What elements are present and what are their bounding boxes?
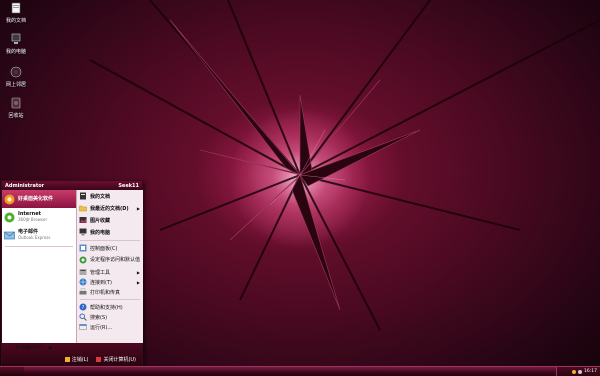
- desktop[interactable]: 我的文档 我的电脑 网上邻居 回收站 Administrator Seek11: [0, 0, 600, 366]
- menu-item-label: 图片收藏: [90, 217, 111, 224]
- logoff-button[interactable]: 注销(L): [64, 356, 89, 363]
- run-icon: [79, 324, 87, 330]
- places-panel: 我的文档 我最近的文档(D) ▶ 图片收藏 我的电脑 控制面板(C) 设定程序访…: [76, 190, 143, 343]
- connect-to-icon: [79, 278, 87, 286]
- network-icon: [10, 66, 22, 78]
- pinned-item-sub: 360安 Browser: [18, 217, 48, 222]
- pictures-icon: [79, 217, 87, 223]
- menu-item-my-computer[interactable]: 我的电脑: [77, 226, 143, 238]
- desktop-icon-label: 回收站: [8, 113, 24, 119]
- desktop-icon-recycle-bin[interactable]: 回收站: [2, 97, 30, 119]
- arrow-right-icon: ▶: [48, 344, 53, 351]
- logoff-icon: [64, 357, 70, 362]
- menu-item-label: 我的电脑: [90, 229, 111, 236]
- desktop-icon-network[interactable]: 网上邻居: [2, 66, 30, 88]
- start-menu: Administrator Seek11 好桌面美化软件 Internet 36…: [1, 180, 143, 366]
- my-computer-icon: [79, 228, 87, 236]
- clock[interactable]: 16:17: [584, 369, 597, 374]
- menu-item-label: 我最近的文档(D): [90, 205, 129, 212]
- shutdown-label: 关闭计算机(U): [103, 357, 136, 363]
- my-documents-icon: [80, 192, 86, 200]
- pinned-item-sub: Outlook Express: [18, 235, 51, 240]
- admin-tools-icon: [79, 269, 87, 275]
- volume-icon[interactable]: [578, 369, 583, 374]
- svg-text:?: ?: [82, 305, 85, 311]
- desktop-icon-my-documents[interactable]: 我的文档: [2, 2, 30, 24]
- desktop-icon-label: 我的电脑: [5, 49, 26, 55]
- menu-item-label: 打印机和传真: [90, 289, 121, 296]
- pinned-item-beautify[interactable]: 好桌面美化软件: [2, 190, 76, 208]
- shutdown-button[interactable]: 关闭计算机(U): [96, 356, 136, 363]
- menu-item-admin-tools[interactable]: 管理工具 ▶: [77, 267, 143, 277]
- menu-item-label: 连接到(T): [90, 279, 112, 286]
- menu-item-label: 帮助和支持(H): [90, 304, 123, 311]
- menu-item-my-documents[interactable]: 我的文档: [77, 190, 143, 202]
- logoff-label: 注销(L): [71, 357, 89, 363]
- printer-icon: [79, 288, 87, 295]
- separator: [80, 299, 140, 300]
- help-icon: ?: [79, 303, 87, 311]
- submenu-arrow-icon: ▶: [136, 279, 140, 285]
- pinned-item-email[interactable]: 电子邮件 Outlook Express: [2, 226, 76, 244]
- menu-item-control-panel[interactable]: 控制面板(C): [77, 243, 143, 253]
- control-panel-icon: [79, 244, 87, 252]
- menu-item-label: 运行(R)...: [90, 324, 113, 331]
- menu-item-help[interactable]: ? 帮助和支持(H): [77, 302, 143, 312]
- menu-item-label: 管理工具: [90, 269, 111, 276]
- menu-item-recent-documents[interactable]: 我最近的文档(D) ▶: [77, 202, 143, 214]
- my-computer-icon: [11, 33, 21, 44]
- menu-item-program-access[interactable]: 设定程序访问和默认值: [77, 253, 143, 267]
- pinned-item-internet[interactable]: Internet 360安 Browser: [2, 208, 76, 226]
- internet-browser-icon: [4, 212, 15, 222]
- menu-item-label: 搜索(S): [90, 314, 108, 321]
- menu-item-label: 我的文档: [90, 193, 111, 200]
- submenu-arrow-icon: ▶: [136, 205, 140, 211]
- all-programs-label: 所有程序(P): [16, 345, 43, 351]
- recent-documents-icon: [79, 205, 87, 212]
- email-icon: [4, 231, 15, 239]
- desktop-icon-my-computer[interactable]: 我的电脑: [2, 33, 30, 55]
- header-right-label: Seek11: [118, 182, 139, 189]
- program-access-icon: [79, 256, 87, 264]
- user-name: Administrator: [5, 182, 45, 189]
- menu-item-label: 控制面板(C): [90, 245, 118, 252]
- all-programs-button[interactable]: 所有程序(P) ▶: [16, 344, 53, 352]
- separator: [80, 240, 140, 241]
- menu-item-label: 设定程序访问和默认值: [90, 256, 141, 263]
- start-menu-header: Administrator Seek11: [2, 181, 142, 190]
- beautify-software-icon: [4, 194, 15, 204]
- power-icon: [96, 357, 102, 362]
- tray-icon[interactable]: [572, 369, 577, 374]
- desktop-icon-label: 网上邻居: [5, 82, 26, 88]
- my-documents-icon: [11, 2, 21, 14]
- separator: [5, 246, 73, 247]
- menu-item-search[interactable]: 搜索(S): [77, 312, 143, 322]
- menu-item-pictures[interactable]: 图片收藏: [77, 214, 143, 226]
- search-icon: [79, 313, 87, 321]
- pinned-item-name: 好桌面美化软件: [18, 195, 54, 202]
- menu-item-run[interactable]: 运行(R)...: [77, 322, 143, 332]
- recycle-bin-icon: [11, 97, 21, 109]
- submenu-arrow-icon: ▶: [136, 269, 140, 275]
- desktop-icon-label: 我的文档: [5, 18, 26, 24]
- pinned-programs-panel: 好桌面美化软件 Internet 360安 Browser 电子邮件 Outlo…: [2, 190, 76, 343]
- menu-item-connect-to[interactable]: 连接到(T) ▶: [77, 277, 143, 287]
- menu-item-printers[interactable]: 打印机和传真: [77, 287, 143, 297]
